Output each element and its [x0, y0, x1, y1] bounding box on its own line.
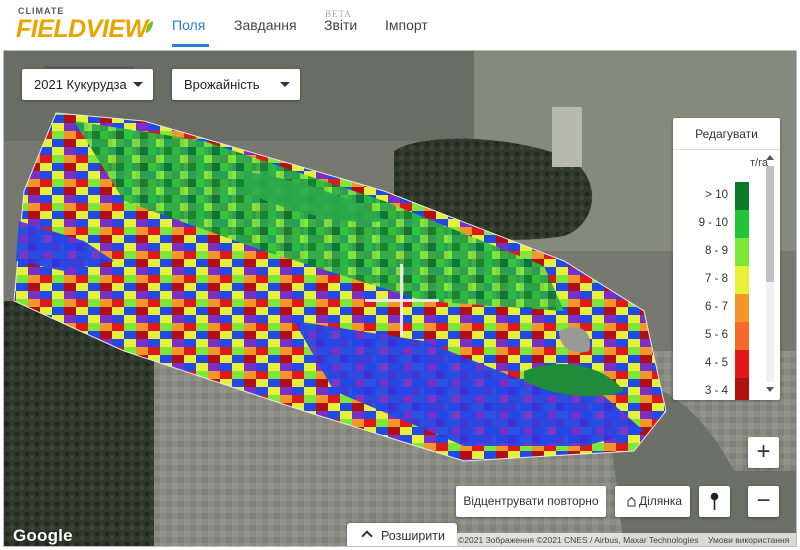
legend-range-label: 8 - 9 [704, 245, 728, 257]
season-dropdown[interactable]: 2021 Кукурудза [22, 69, 153, 100]
legend-range-label: 9 - 10 [698, 217, 728, 229]
recenter-button[interactable]: Відцентрувати повторно [456, 486, 606, 517]
legend-edit-button[interactable]: Редагувати [673, 118, 780, 150]
map-attribution: ©2021 Зображення ©2021 CNES / Airbus, Ma… [456, 533, 796, 546]
legend-swatch [735, 294, 749, 322]
nav-tab-import[interactable]: Імпорт [385, 17, 428, 33]
terms-link[interactable]: Умови використання [708, 533, 789, 546]
recenter-button-label: Відцентрувати повторно [463, 494, 599, 508]
legend-item: 9 - 10 [673, 210, 763, 238]
legend-swatch [735, 210, 749, 238]
logo-fieldview-text: FIELDVIEW [16, 15, 148, 43]
crosshair-icon [400, 264, 403, 337]
attribution-text: ©2021 Зображення ©2021 CNES / Airbus, Ma… [458, 535, 699, 545]
minus-icon: − [756, 487, 771, 514]
chevron-up-icon [361, 530, 373, 542]
legend-range-label: > 10 [705, 189, 728, 201]
legend-range-label: 3 - 4 [704, 385, 728, 397]
scroll-up-icon[interactable] [766, 155, 774, 160]
leaf-icon [146, 21, 153, 33]
chevron-down-icon [133, 82, 143, 87]
top-navigation-bar: CLIMATE FIELDVIEW Поля Завдання BETA Зві… [0, 0, 800, 50]
legend-swatch [735, 350, 749, 378]
legend-swatch [735, 238, 749, 266]
area-button-label: Ділянка [639, 494, 683, 508]
yield-map[interactable]: 2021 Кукурудза Врожайність Редагувати т/… [3, 50, 797, 547]
legend-item: 4 - 5 [673, 350, 763, 378]
chevron-down-icon [280, 82, 290, 87]
nav-tab-tasks[interactable]: Завдання [234, 17, 297, 33]
legend-range-label: 5 - 6 [704, 329, 728, 341]
legend-item: > 10 [673, 182, 763, 210]
season-dropdown-value: 2021 Кукурудза [34, 77, 127, 92]
legend-swatch [735, 182, 749, 210]
active-tab-indicator [172, 44, 209, 47]
legend-swatch [735, 378, 749, 400]
layer-dropdown[interactable]: Врожайність [172, 69, 300, 100]
zoom-in-button[interactable]: + [748, 437, 779, 468]
layer-dropdown-value: Врожайність [184, 77, 260, 92]
yield-legend: Редагувати т/га > 10 9 - 10 8 - 9 7 - 8 … [673, 118, 780, 400]
pin-icon [710, 492, 719, 510]
legend-range-label: 4 - 5 [704, 357, 728, 369]
home-icon [627, 496, 636, 507]
legend-item: 5 - 6 [673, 322, 763, 350]
legend-swatch [735, 266, 749, 294]
legend-item: 7 - 8 [673, 266, 763, 294]
expand-button-label: Розширити [381, 529, 445, 543]
location-pin-button[interactable] [699, 486, 730, 517]
expand-button[interactable]: Розширити [347, 523, 457, 546]
nav-tab-fields[interactable]: Поля [172, 17, 205, 33]
scroll-down-icon[interactable] [766, 387, 774, 392]
fieldview-logo[interactable]: CLIMATE FIELDVIEW [16, 6, 156, 46]
zoom-out-button[interactable]: − [748, 486, 779, 517]
legend-item: 6 - 7 [673, 294, 763, 322]
area-button[interactable]: Ділянка [615, 486, 690, 517]
legend-scrollbar[interactable] [763, 152, 777, 396]
legend-item: 8 - 9 [673, 238, 763, 266]
google-logo: Google [13, 526, 73, 545]
scrollbar-thumb[interactable] [766, 166, 774, 282]
legend-range-label: 6 - 7 [704, 301, 728, 313]
legend-swatch [735, 322, 749, 350]
legend-item: 3 - 4 [673, 378, 763, 400]
nav-tab-reports[interactable]: Звіти [324, 17, 357, 33]
plus-icon: + [756, 438, 771, 465]
legend-range-label: 7 - 8 [704, 273, 728, 285]
